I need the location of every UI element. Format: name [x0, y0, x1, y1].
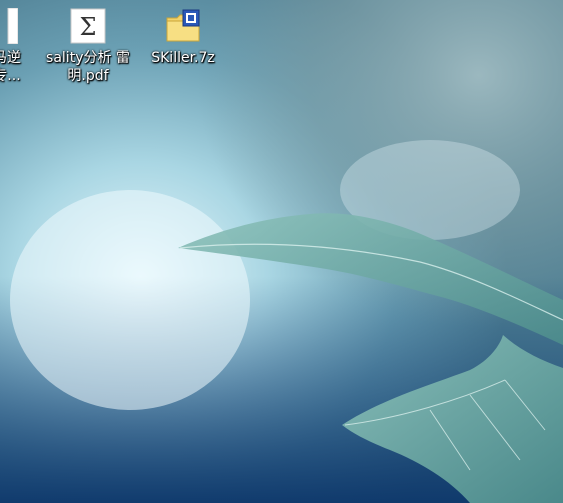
desktop-icon-label: SKiller.7z: [151, 50, 215, 66]
pdf-icon: Σ: [70, 8, 106, 44]
desktop-icon-label: 木马逆 段专...: [0, 50, 21, 84]
desktop-icon-skiller-archive[interactable]: SKiller.7z: [138, 8, 228, 67]
desktop-icon-trojan-doc[interactable]: 木马逆 段专...: [0, 7, 45, 85]
desktop-icon-sality-pdf[interactable]: Σ sality分析 雷 明.pdf: [43, 8, 133, 85]
desktop-icon-label: sality分析 雷 明.pdf: [46, 50, 130, 84]
file-icon: [0, 7, 19, 45]
archive-icon: [165, 8, 201, 44]
svg-text:Σ: Σ: [80, 13, 97, 41]
